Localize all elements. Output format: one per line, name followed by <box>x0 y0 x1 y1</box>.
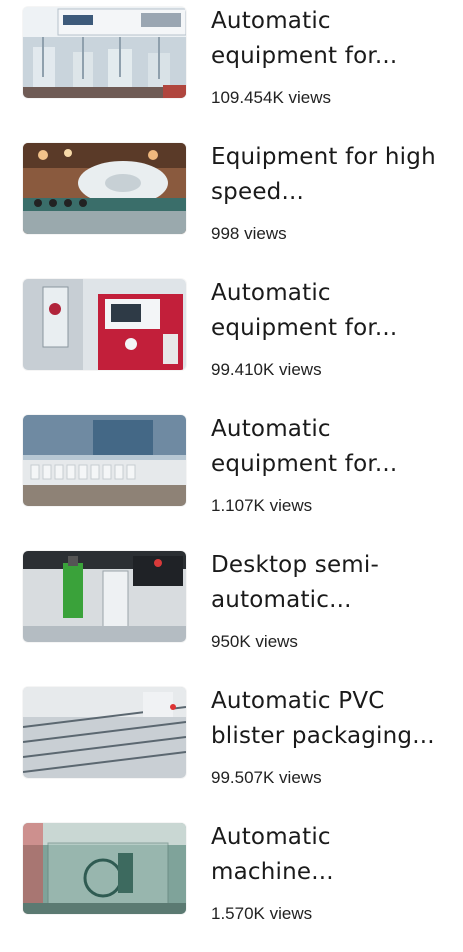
video-title[interactable]: Equipment for high speed... <box>211 140 451 210</box>
video-thumbnail[interactable] <box>23 415 186 506</box>
video-thumbnail[interactable] <box>23 279 186 370</box>
video-item[interactable]: Automatic equipment for... 109.454K view… <box>0 0 463 136</box>
view-count: 1.570K views <box>211 904 313 923</box>
view-count: 950K views <box>211 632 298 651</box>
bioreactor-cabinet-icon <box>23 279 186 370</box>
video-item[interactable]: Equipment for high speed... 998 views <box>0 136 463 272</box>
video-item[interactable]: Automatic equipment for... 99.410K views <box>0 272 463 408</box>
machine-enclosure-icon <box>23 823 186 914</box>
desktop-filler-icon <box>23 551 186 642</box>
view-count: 1.107K views <box>211 496 313 515</box>
video-title[interactable]: Automatic PVC blister packaging... <box>211 684 451 754</box>
video-item[interactable]: Automatic PVC blister packaging... 99.50… <box>0 680 463 816</box>
view-count: 99.507K views <box>211 768 322 787</box>
video-thumbnail[interactable] <box>23 7 186 98</box>
video-thumbnail[interactable] <box>23 823 186 914</box>
video-title[interactable]: Automatic equipment for... <box>211 276 451 346</box>
video-thumbnail[interactable] <box>23 551 186 642</box>
video-title[interactable]: Automatic equipment for... <box>211 4 451 74</box>
view-count: 99.410K views <box>211 360 322 379</box>
video-item[interactable]: Desktop semi-automatic... 950K views <box>0 544 463 680</box>
filling-capping-line-icon <box>23 143 186 234</box>
video-title[interactable]: Desktop semi-automatic... <box>211 548 451 618</box>
blister-packaging-icon <box>23 687 186 778</box>
bottle-conveyor-icon <box>23 415 186 506</box>
video-item[interactable]: Automatic equipment for... 1.107K views <box>0 408 463 544</box>
video-title[interactable]: Automatic machine... <box>211 820 451 890</box>
video-item[interactable]: Automatic machine... 1.570K views <box>0 816 463 952</box>
video-thumbnail[interactable] <box>23 687 186 778</box>
video-thumbnail[interactable] <box>23 143 186 234</box>
view-count: 109.454K views <box>211 88 332 107</box>
video-title[interactable]: Automatic equipment for... <box>211 412 451 482</box>
view-count: 998 views <box>211 224 287 243</box>
lab-dissolution-tester-icon <box>23 7 186 98</box>
